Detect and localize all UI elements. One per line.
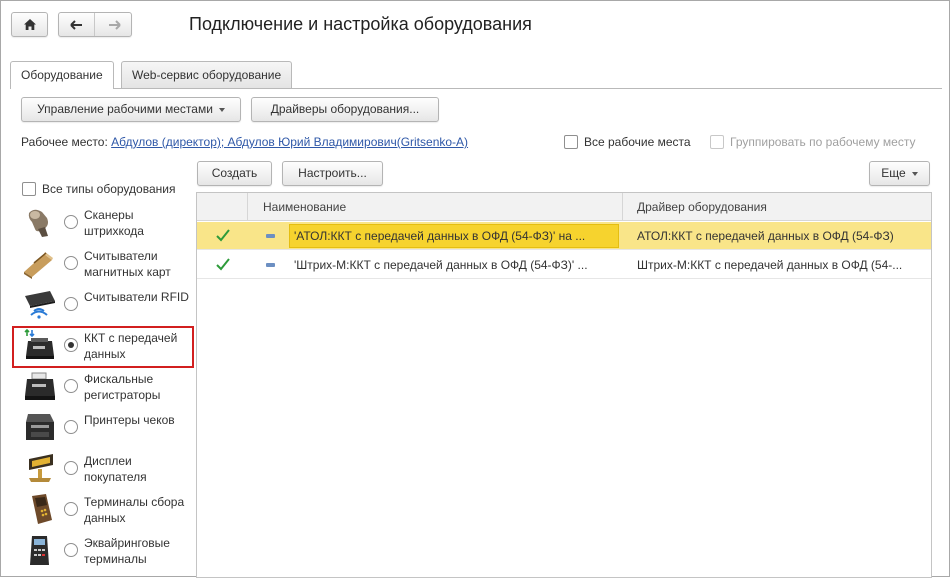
type-label: Принтеры чеков — [84, 413, 175, 427]
type-radio[interactable] — [64, 379, 78, 393]
arrow-left-icon — [70, 19, 82, 30]
chevron-down-icon — [218, 107, 225, 112]
type-radio[interactable] — [64, 502, 78, 516]
window-frame: Подключение и настройка оборудования Обо… — [0, 0, 950, 578]
type-receipt-printers[interactable]: Принтеры чеков — [14, 407, 194, 448]
home-icon — [23, 19, 36, 30]
type-data-terminals[interactable]: Терминалы сбора данных — [14, 489, 194, 530]
type-label: Терминалы сбора данных — [84, 495, 185, 525]
check-icon — [216, 229, 230, 242]
receipt-printer-icon — [26, 414, 54, 440]
type-label: Эквайринговые терминалы — [84, 536, 170, 566]
tab-web-service[interactable]: Web-сервис оборудование — [121, 61, 293, 88]
barcode-scanner-icon — [28, 209, 48, 237]
all-workplaces-checkbox[interactable] — [564, 135, 578, 149]
type-acquiring-terminals[interactable]: Эквайринговые терминалы — [14, 530, 194, 571]
type-label: Сканеры штрихкода — [84, 208, 144, 238]
equipment-table: Наименование Драйвер оборудования 'АТОЛ:… — [196, 192, 932, 578]
back-button[interactable] — [59, 13, 95, 36]
type-barcode-scanners[interactable]: Сканеры штрихкода — [14, 202, 194, 243]
acquiring-terminal-icon — [30, 536, 49, 565]
item-status-icon — [266, 263, 275, 267]
create-button[interactable]: Создать — [197, 161, 272, 186]
table-row[interactable]: 'Штрих-М:ККТ с передачей данных в ОФД (5… — [197, 251, 931, 279]
workplace-caption: Рабочее место: — [21, 135, 108, 149]
home-button[interactable] — [11, 12, 48, 37]
equipment-drivers-button[interactable]: Драйверы оборудования... — [251, 97, 439, 122]
type-fiscal-registrars[interactable]: Фискальные регистраторы — [14, 366, 194, 407]
workplace-link[interactable]: Абдулов (директор); Абдулов Юрий Владими… — [111, 135, 468, 149]
type-radio[interactable] — [64, 215, 78, 229]
equipment-name-cell[interactable]: 'Штрих-М:ККТ с передачей данных в ОФД (5… — [294, 251, 616, 279]
customer-display-icon — [29, 454, 53, 482]
page-title: Подключение и настройка оборудования — [189, 14, 532, 34]
data-terminal-icon — [32, 494, 52, 524]
type-radio[interactable] — [64, 256, 78, 270]
tab-equipment[interactable]: Оборудование — [10, 61, 114, 89]
type-radio[interactable] — [64, 297, 78, 311]
column-header-driver[interactable]: Драйвер оборудования — [637, 193, 767, 221]
column-divider — [247, 193, 248, 221]
rfid-reader-icon — [25, 291, 55, 319]
equipment-driver-cell[interactable]: Штрих-М:ККТ с передачей данных в ОФД (54… — [637, 251, 927, 279]
all-types-checkbox[interactable] — [22, 182, 36, 196]
arrow-right-icon — [108, 19, 121, 30]
table-row[interactable]: 'АТОЛ:ККТ с передачей данных в ОФД (54-Ф… — [197, 222, 931, 250]
equipment-name-cell[interactable]: 'АТОЛ:ККТ с передачей данных в ОФД (54-Ф… — [294, 222, 616, 250]
type-label: Считыватели магнитных карт — [84, 249, 171, 279]
more-button[interactable]: Еще — [869, 161, 930, 186]
group-by-workplace-label: Группировать по рабочему месту — [730, 135, 916, 149]
check-icon — [216, 258, 230, 271]
forward-button[interactable] — [96, 13, 132, 36]
configure-button[interactable]: Настроить... — [282, 161, 383, 186]
chevron-down-icon — [911, 171, 918, 176]
history-nav-group — [58, 12, 132, 37]
type-radio[interactable] — [64, 461, 78, 475]
all-types-label: Все типы оборудования — [42, 182, 176, 196]
item-status-icon — [266, 234, 275, 238]
type-label: Дисплеи покупателя — [84, 454, 147, 484]
type-magnetic-readers[interactable]: Считыватели магнитных карт — [14, 243, 194, 284]
group-by-workplace-checkbox — [710, 135, 724, 149]
type-radio[interactable] — [64, 543, 78, 557]
selected-type-highlight — [12, 326, 194, 368]
all-workplaces-label: Все рабочие места — [584, 135, 691, 149]
workplace-label: Рабочее место: Абдулов (директор); Абдул… — [21, 135, 468, 149]
magnetic-card-reader-icon — [24, 252, 53, 279]
type-label: Считыватели RFID — [84, 290, 189, 304]
equipment-driver-cell[interactable]: АТОЛ:ККТ с передачей данных в ОФД (54-ФЗ… — [637, 222, 927, 250]
more-label: Еще — [881, 166, 906, 180]
type-label: Фискальные регистраторы — [84, 372, 161, 402]
type-customer-displays[interactable]: Дисплеи покупателя — [14, 448, 194, 489]
type-rfid-readers[interactable]: Считыватели RFID — [14, 284, 194, 325]
type-radio[interactable] — [64, 420, 78, 434]
column-divider — [622, 193, 623, 221]
manage-workplaces-button[interactable]: Управление рабочими местами — [21, 97, 241, 122]
manage-workplaces-label: Управление рабочими местами — [37, 102, 213, 116]
column-header-name[interactable]: Наименование — [263, 193, 346, 221]
fiscal-registrar-icon — [25, 372, 55, 400]
table-header: Наименование Драйвер оборудования — [197, 193, 931, 221]
